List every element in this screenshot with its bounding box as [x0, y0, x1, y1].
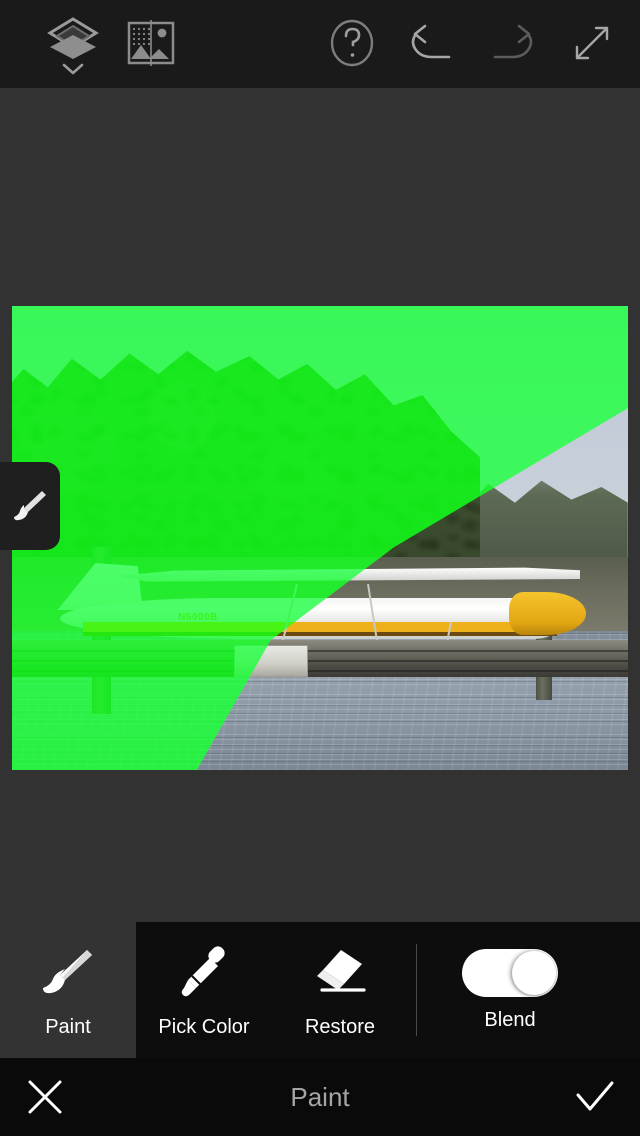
- blend-toggle-group[interactable]: Blend: [435, 922, 585, 1058]
- eyedropper-icon: [181, 945, 225, 996]
- apply-button[interactable]: [564, 1066, 626, 1128]
- cancel-button[interactable]: [14, 1066, 76, 1128]
- photo-editor-screen: N5000B Paint Pick Color Restore Blend Pa…: [0, 0, 640, 1136]
- tool-restore-label: Restore: [304, 1015, 376, 1038]
- tool-pick-color[interactable]: Pick Color: [136, 922, 272, 1058]
- plane-wing: [118, 567, 581, 582]
- redo-button[interactable]: [482, 14, 542, 72]
- tool-tab-bar: Paint Pick Color Restore Blend: [0, 922, 640, 1058]
- photo-dock: [12, 640, 628, 678]
- paintbrush-icon: [43, 949, 92, 993]
- undo-icon: [411, 24, 451, 59]
- undo-button[interactable]: [402, 14, 462, 72]
- plane-registration: N5000B: [178, 612, 218, 624]
- eraser-icon: [317, 949, 366, 992]
- help-circle-icon: [330, 19, 374, 67]
- before-after-icon: [127, 20, 175, 66]
- tool-paint[interactable]: Paint: [0, 922, 136, 1058]
- fullscreen-expand-icon: [575, 26, 609, 60]
- before-after-button[interactable]: [120, 14, 182, 72]
- canvas-area[interactable]: N5000B: [0, 88, 640, 922]
- screen-title: Paint: [290, 1081, 350, 1112]
- tool-restore[interactable]: Restore: [272, 922, 408, 1058]
- paintbrush-icon: [14, 491, 46, 521]
- chevron-down-icon: [62, 63, 84, 74]
- plane-brown-stripe: [83, 631, 557, 636]
- photo-canvas[interactable]: N5000B: [12, 306, 628, 770]
- photo-crate: [233, 644, 308, 678]
- close-x-icon: [28, 1080, 62, 1114]
- blend-toggle[interactable]: [462, 948, 558, 997]
- bottom-action-bar: Paint: [0, 1058, 640, 1136]
- redo-icon: [493, 24, 533, 59]
- help-button[interactable]: [322, 14, 382, 72]
- top-toolbar: [0, 0, 640, 88]
- tool-pick-color-label: Pick Color: [158, 1015, 250, 1038]
- tool-paint-label: Paint: [45, 1015, 91, 1038]
- layers-button[interactable]: [34, 8, 112, 80]
- plane-yellow-stripe: [83, 622, 557, 632]
- layers-icon: [47, 16, 99, 59]
- blend-toggle-knob: [512, 950, 556, 995]
- brush-tool-tab[interactable]: [0, 462, 60, 550]
- checkmark-icon: [576, 1081, 614, 1111]
- plane-nose-cowl: [509, 591, 587, 635]
- fullscreen-button[interactable]: [562, 14, 622, 72]
- toolbar-divider: [416, 944, 417, 1036]
- blend-label: Blend: [484, 1008, 536, 1031]
